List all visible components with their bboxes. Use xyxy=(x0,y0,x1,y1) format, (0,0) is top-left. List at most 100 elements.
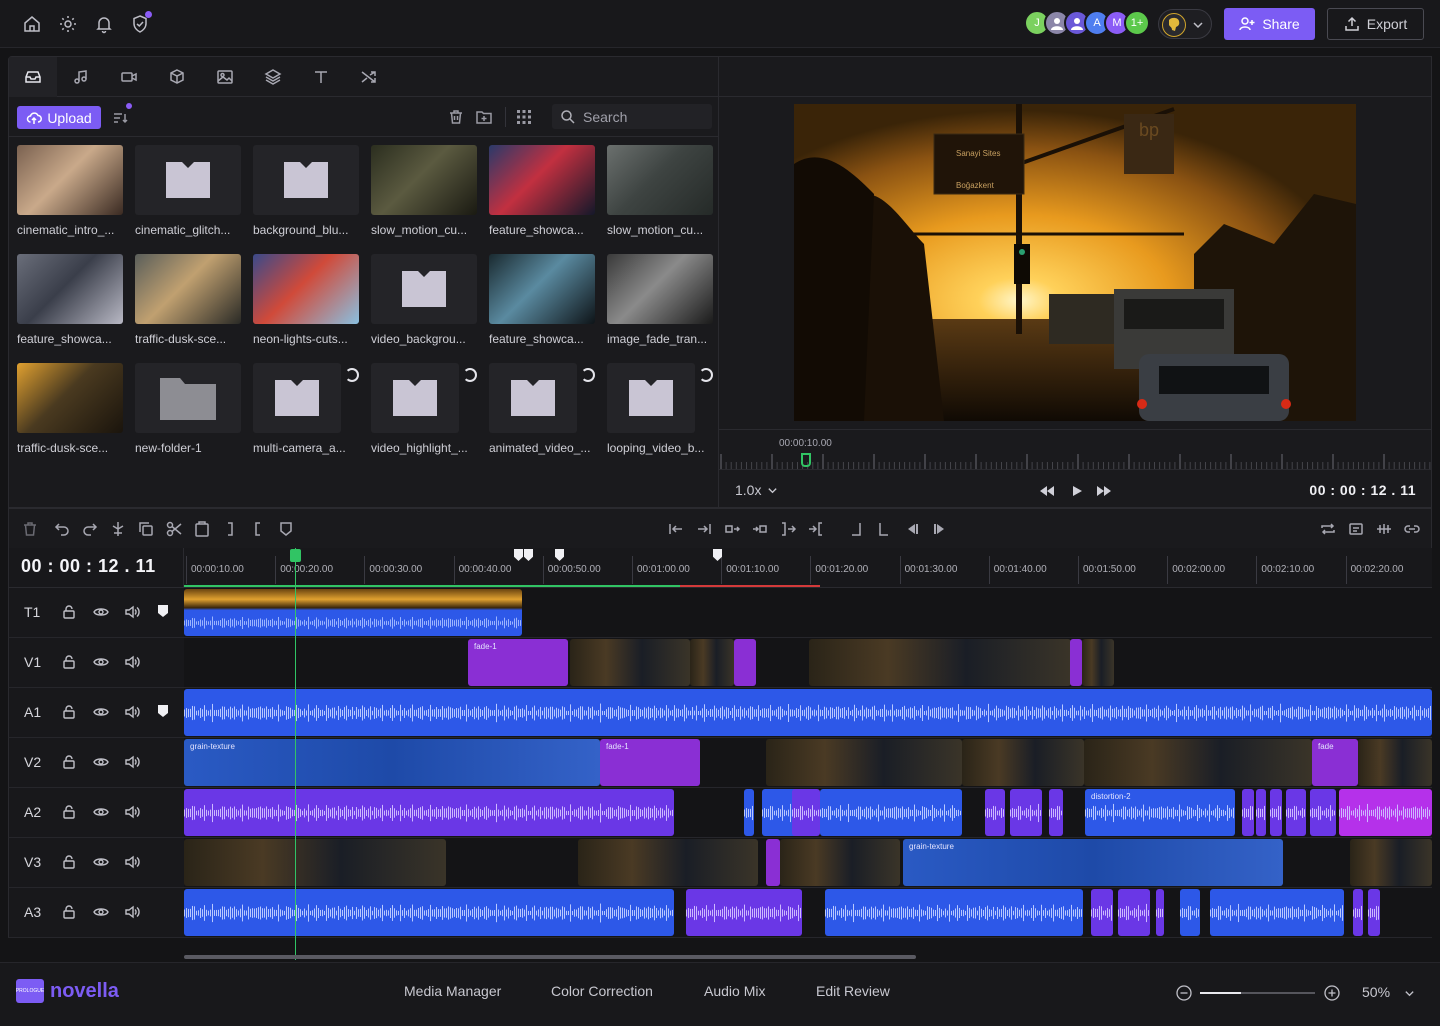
audio-clip[interactable] xyxy=(1091,889,1113,936)
video-clip[interactable]: grain-texture xyxy=(903,839,1283,886)
brand-logo[interactable]: PROLOGUE novella xyxy=(16,979,119,1003)
media-item[interactable]: cinematic_glitch... xyxy=(135,145,241,237)
marker-icon[interactable] xyxy=(157,704,173,720)
cut-icon[interactable] xyxy=(165,520,183,538)
media-item[interactable]: video_highlight_... xyxy=(371,363,477,455)
volume-icon[interactable] xyxy=(124,854,140,870)
subtitles-icon[interactable] xyxy=(1347,520,1365,538)
playhead-handle[interactable] xyxy=(290,549,301,562)
paste-icon[interactable] xyxy=(193,520,211,538)
zoom-out-icon[interactable] xyxy=(1176,985,1192,1001)
tab-layers[interactable] xyxy=(249,57,297,97)
lock-icon[interactable] xyxy=(61,754,77,770)
media-item[interactable]: slow_motion_cu... xyxy=(607,145,713,237)
audio-clip[interactable] xyxy=(1049,789,1063,836)
search-input[interactable]: Search xyxy=(552,104,712,129)
video-clip[interactable] xyxy=(809,639,1071,686)
trash-icon[interactable] xyxy=(447,108,465,126)
eye-icon[interactable] xyxy=(93,704,109,720)
media-item[interactable]: traffic-dusk-sce... xyxy=(17,363,123,455)
align-right-icon[interactable] xyxy=(847,520,865,538)
track-lane[interactable] xyxy=(184,888,1432,938)
video-clip[interactable] xyxy=(780,839,900,886)
eye-icon[interactable] xyxy=(93,904,109,920)
marker-icon[interactable] xyxy=(277,520,295,538)
video-clip[interactable] xyxy=(578,839,758,886)
eye-icon[interactable] xyxy=(93,804,109,820)
audio-clip[interactable] xyxy=(1010,789,1042,836)
share-button[interactable]: Share xyxy=(1224,8,1315,40)
trim-start-icon[interactable] xyxy=(779,520,797,538)
volume-icon[interactable] xyxy=(124,804,140,820)
scrubber-handle[interactable] xyxy=(801,453,811,467)
video-clip[interactable] xyxy=(1084,739,1312,786)
audio-clip[interactable] xyxy=(1156,889,1164,936)
undo-icon[interactable] xyxy=(53,520,71,538)
upload-button[interactable]: Upload xyxy=(17,106,101,129)
video-clip[interactable]: fade-1 xyxy=(468,639,568,686)
preview-video-frame[interactable]: Sanayi Sites Boğazkent bp xyxy=(794,104,1356,421)
jump-start-icon[interactable] xyxy=(667,520,685,538)
media-item[interactable]: cinematic_intro_... xyxy=(17,145,123,237)
media-item[interactable]: image_fade_tran... xyxy=(607,254,713,346)
trim-end-icon[interactable] xyxy=(807,520,825,538)
media-item[interactable]: multi-camera_a... xyxy=(253,363,359,455)
media-item[interactable]: animated_video_... xyxy=(489,363,595,455)
timeline-marker[interactable] xyxy=(555,549,564,561)
step-back-icon[interactable] xyxy=(903,520,921,538)
video-clip[interactable] xyxy=(766,739,962,786)
audio-clip[interactable] xyxy=(184,789,674,836)
video-clip[interactable]: fade xyxy=(1312,739,1358,786)
media-item[interactable]: video_backgrou... xyxy=(371,254,477,346)
audio-clip[interactable] xyxy=(1242,789,1254,836)
ripple-left-icon[interactable] xyxy=(723,520,741,538)
video-clip[interactable] xyxy=(184,839,446,886)
nav-edit-review[interactable]: Edit Review xyxy=(816,983,890,999)
media-item[interactable]: slow_motion_cu... xyxy=(371,145,477,237)
video-clip[interactable] xyxy=(766,839,780,886)
track-lane[interactable]: grain-texture xyxy=(184,838,1432,888)
audio-clip[interactable] xyxy=(820,789,962,836)
zoom-in-icon[interactable] xyxy=(1324,985,1340,1001)
audio-clip[interactable] xyxy=(1256,789,1266,836)
video-clip[interactable] xyxy=(1070,639,1082,686)
speed-select[interactable]: 1.0x xyxy=(735,482,778,498)
volume-icon[interactable] xyxy=(124,904,140,920)
media-item[interactable]: feature_showca... xyxy=(489,145,595,237)
audio-clip[interactable] xyxy=(792,789,820,836)
audio-clip[interactable] xyxy=(1368,889,1380,936)
trash-icon[interactable] xyxy=(21,520,39,538)
volume-icon[interactable] xyxy=(124,704,140,720)
video-clip[interactable] xyxy=(1082,639,1114,686)
media-item[interactable]: traffic-dusk-sce... xyxy=(135,254,241,346)
audio-clip[interactable] xyxy=(686,889,802,936)
volume-icon[interactable] xyxy=(124,754,140,770)
eye-icon[interactable] xyxy=(93,754,109,770)
tab-media[interactable] xyxy=(9,57,57,97)
grid-view-icon[interactable] xyxy=(515,108,533,126)
video-clip[interactable] xyxy=(734,639,756,686)
audio-clip[interactable] xyxy=(1286,789,1306,836)
eye-icon[interactable] xyxy=(93,654,109,670)
rewind-button[interactable] xyxy=(1038,483,1056,499)
lock-icon[interactable] xyxy=(61,854,77,870)
audio-clip[interactable] xyxy=(1310,789,1336,836)
bell-icon[interactable] xyxy=(94,14,114,34)
marker-icon[interactable] xyxy=(157,604,173,620)
snap-icon[interactable] xyxy=(1375,520,1393,538)
track-lane[interactable]: distortion-2 xyxy=(184,788,1432,838)
step-forward-icon[interactable] xyxy=(931,520,949,538)
export-button[interactable]: Export xyxy=(1327,8,1424,40)
eye-icon[interactable] xyxy=(93,604,109,620)
title-clip[interactable] xyxy=(184,589,522,636)
align-left-icon[interactable] xyxy=(875,520,893,538)
split-icon[interactable] xyxy=(109,520,127,538)
timeline-marker[interactable] xyxy=(524,549,533,561)
track-lane[interactable]: fade-1 xyxy=(184,638,1432,688)
audio-clip[interactable] xyxy=(985,789,1005,836)
media-item[interactable]: background_blu... xyxy=(253,145,359,237)
timeline-marker[interactable] xyxy=(514,549,523,561)
new-folder-icon[interactable] xyxy=(475,108,493,126)
audio-clip[interactable] xyxy=(1339,789,1432,836)
loop-icon[interactable] xyxy=(1319,520,1337,538)
